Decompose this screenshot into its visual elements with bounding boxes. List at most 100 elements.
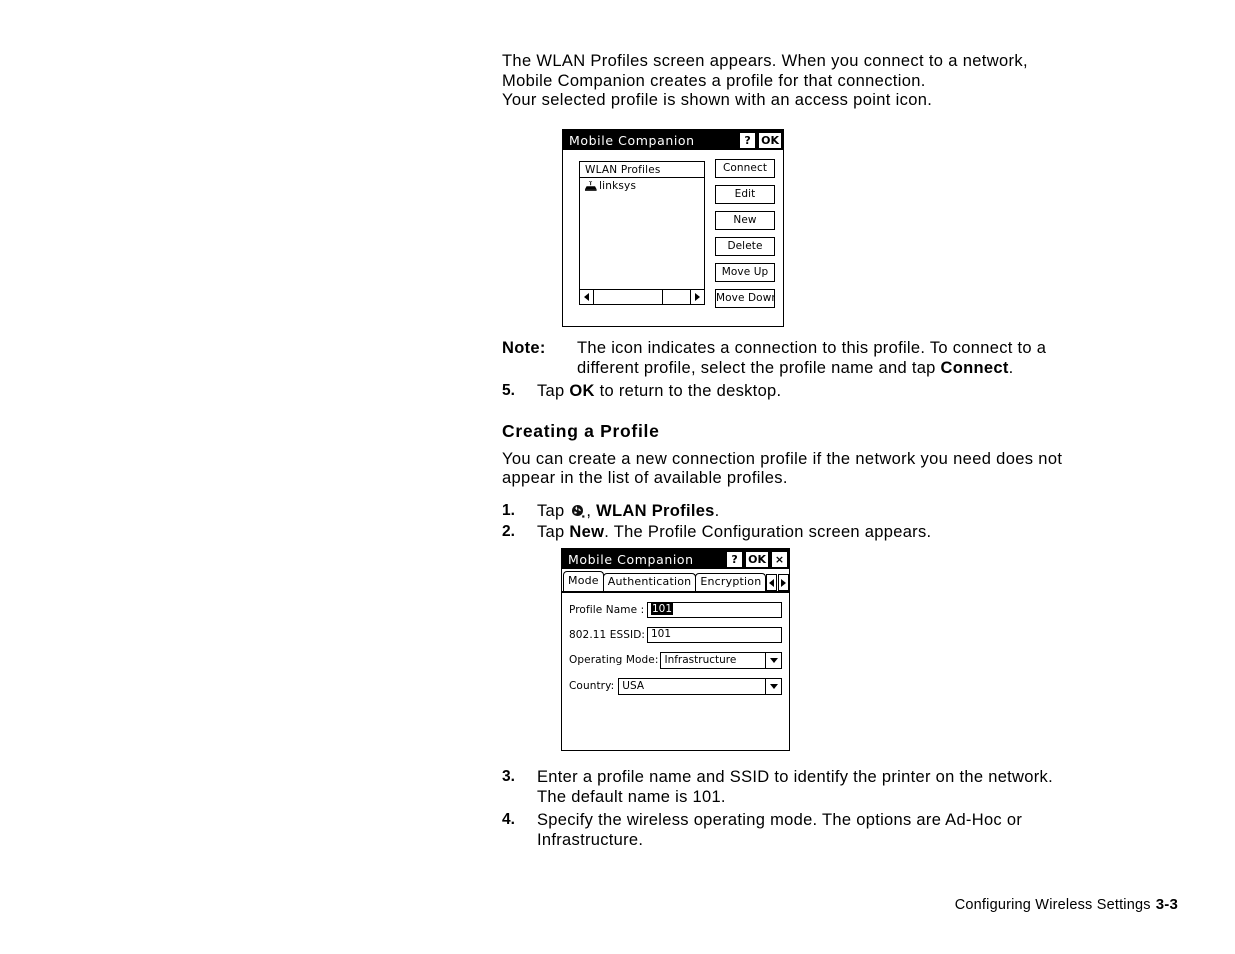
step-4: 4. Specify the wireless operating mode. … [502, 810, 1182, 850]
step-3-number: 3. [502, 767, 515, 785]
step-4-text: Specify the wireless operating mode. The… [537, 810, 1022, 850]
mode-tab-form: Profile Name : 101 802.11 ESSID: 101 Ope… [562, 593, 789, 695]
footer-text: Configuring Wireless Settings [954, 897, 1151, 913]
gap [502, 489, 1182, 498]
step-1-mid: , [586, 501, 597, 520]
step-5-bold-ok: OK [569, 381, 595, 400]
step-3-line-1: Enter a profile name and SSID to identif… [537, 767, 1053, 786]
operating-mode-label: Operating Mode: [569, 654, 659, 666]
intro-line-2: Mobile Companion creates a profile for t… [502, 71, 926, 90]
step-3-text: Enter a profile name and SSID to identif… [537, 767, 1053, 807]
tab-scroll-right-arrow-icon[interactable] [778, 574, 789, 591]
config-body: Mode Authentication Encryption Profile N… [562, 571, 789, 752]
operating-mode-value: Infrastructure [664, 653, 737, 666]
note-text-part2: different profile, select the profile na… [577, 358, 941, 377]
wlan-profiles-screenshot: Mobile Companion ? OK WLAN Profiles link… [562, 129, 784, 327]
step-2-post: . The Profile Configuration screen appea… [604, 522, 932, 541]
essid-row: 802.11 ESSID: 101 [569, 626, 782, 643]
country-row: Country: USA [569, 677, 782, 695]
chevron-down-icon[interactable] [765, 678, 781, 694]
note-label: Note: [502, 338, 546, 357]
profiles-button-column: Connect Edit New Delete Move Up Move Dow… [715, 159, 775, 308]
step-5-text: Tap OK to return to the desktop. [537, 381, 781, 401]
move-up-button[interactable]: Move Up [715, 263, 775, 282]
close-icon[interactable]: × [772, 551, 787, 567]
access-point-icon [584, 180, 598, 192]
country-select[interactable]: USA [618, 677, 782, 695]
section-body-line-1: You can create a new connection profile … [502, 449, 1063, 468]
step-1-pre: Tap [537, 501, 570, 520]
profiles-titlebar: Mobile Companion ? OK [563, 130, 783, 150]
essid-input[interactable]: 101 [647, 626, 782, 643]
profiles-body: WLAN Profiles linksys Connect Edit New D… [563, 150, 783, 326]
section-body-line-2: appear in the list of available profiles… [502, 469, 788, 487]
essid-label: 802.11 ESSID: [569, 628, 646, 641]
profile-configuration-screenshot: Mobile Companion ? OK × Mode Authenticat… [561, 548, 790, 751]
page-footer: Configuring Wireless Settings 3-3 [955, 896, 1178, 913]
chevron-down-icon[interactable] [765, 652, 781, 668]
move-down-button[interactable]: Move Down [715, 289, 775, 308]
tab-scroll-left-arrow-icon[interactable] [766, 574, 778, 591]
config-tabstrip: Mode Authentication Encryption [563, 571, 789, 591]
note-bold-connect: Connect [940, 358, 1009, 377]
scroll-right-arrow-icon[interactable] [690, 290, 704, 304]
step-1: 1. Tap , WLAN Profiles. [502, 501, 1182, 521]
profile-name-label: Profile Name : [569, 603, 645, 616]
step-5-post: to return to the desktop. [594, 381, 782, 400]
edit-button[interactable]: Edit [715, 185, 775, 204]
step-1-number: 1. [502, 501, 515, 519]
step-1-post: . [714, 501, 720, 520]
horizontal-scrollbar[interactable] [580, 289, 704, 304]
step-1-bold-wlan-profiles: WLAN Profiles [596, 501, 715, 520]
ok-button[interactable]: OK [759, 132, 781, 148]
operating-mode-select[interactable]: Infrastructure [660, 651, 782, 669]
step-2: 2. Tap New. The Profile Configuration sc… [502, 522, 1182, 542]
step-2-pre: Tap [537, 522, 570, 541]
config-titlebar: Mobile Companion ? OK × [562, 549, 789, 569]
profiles-title: Mobile Companion [569, 132, 695, 148]
step-5: 5. Tap OK to return to the desktop. [502, 381, 1182, 401]
step-3-line-2: The default name is 101. [537, 787, 726, 806]
intro-line-1: The WLAN Profiles screen appears. When y… [502, 52, 1028, 70]
operating-mode-row: Operating Mode: Infrastructure [569, 651, 782, 669]
profiles-listbox[interactable]: WLAN Profiles linksys [579, 161, 705, 305]
intro-line-3: Your selected profile is shown with an a… [502, 91, 933, 109]
help-button[interactable]: ? [727, 551, 743, 567]
section-heading: Creating a Profile [502, 420, 660, 441]
step-2-number: 2. [502, 522, 515, 540]
profile-name-input[interactable]: 101 [647, 601, 782, 618]
tab-authentication[interactable]: Authentication [602, 573, 697, 591]
profile-name-value: 101 [651, 602, 674, 615]
config-title: Mobile Companion [568, 551, 694, 567]
note-text-part1: The icon indicates a connection to this … [577, 338, 1047, 357]
new-button[interactable]: New [715, 211, 775, 230]
list-item[interactable]: linksys [580, 178, 704, 194]
profile-name-row: Profile Name : 101 [569, 601, 782, 618]
step-5-number: 5. [502, 381, 515, 399]
profiles-list-header: WLAN Profiles [580, 162, 704, 178]
step-2-text: Tap New. The Profile Configuration scree… [537, 522, 931, 542]
step-3: 3. Enter a profile name and SSID to iden… [502, 767, 1182, 807]
tab-mode[interactable]: Mode [563, 571, 604, 591]
step-2-bold-new: New [569, 522, 605, 541]
tab-encryption[interactable]: Encryption [695, 573, 767, 591]
scrollbar-track[interactable] [594, 290, 690, 304]
ok-button[interactable]: OK [746, 551, 768, 567]
step-4-number: 4. [502, 810, 515, 828]
list-item-label: linksys [599, 180, 637, 192]
note-text-part3: . [1008, 358, 1014, 377]
note-block: Note: The icon indicates a connection to… [502, 338, 1182, 378]
step-5-pre: Tap [537, 381, 570, 400]
page-number: 3-3 [1155, 896, 1178, 913]
country-label: Country: [569, 680, 615, 692]
help-button[interactable]: ? [740, 132, 756, 148]
step-4-line-1: Specify the wireless operating mode. The… [537, 810, 1023, 829]
country-value: USA [622, 679, 645, 692]
step-4-line-2: Infrastructure. [537, 830, 644, 849]
scroll-left-arrow-icon[interactable] [580, 290, 594, 304]
connect-button[interactable]: Connect [715, 159, 775, 178]
scrollbar-thumb[interactable] [594, 290, 664, 304]
note-text: The icon indicates a connection to this … [577, 338, 1046, 378]
delete-button[interactable]: Delete [715, 237, 775, 256]
wlan-profiles-icon [570, 504, 585, 518]
